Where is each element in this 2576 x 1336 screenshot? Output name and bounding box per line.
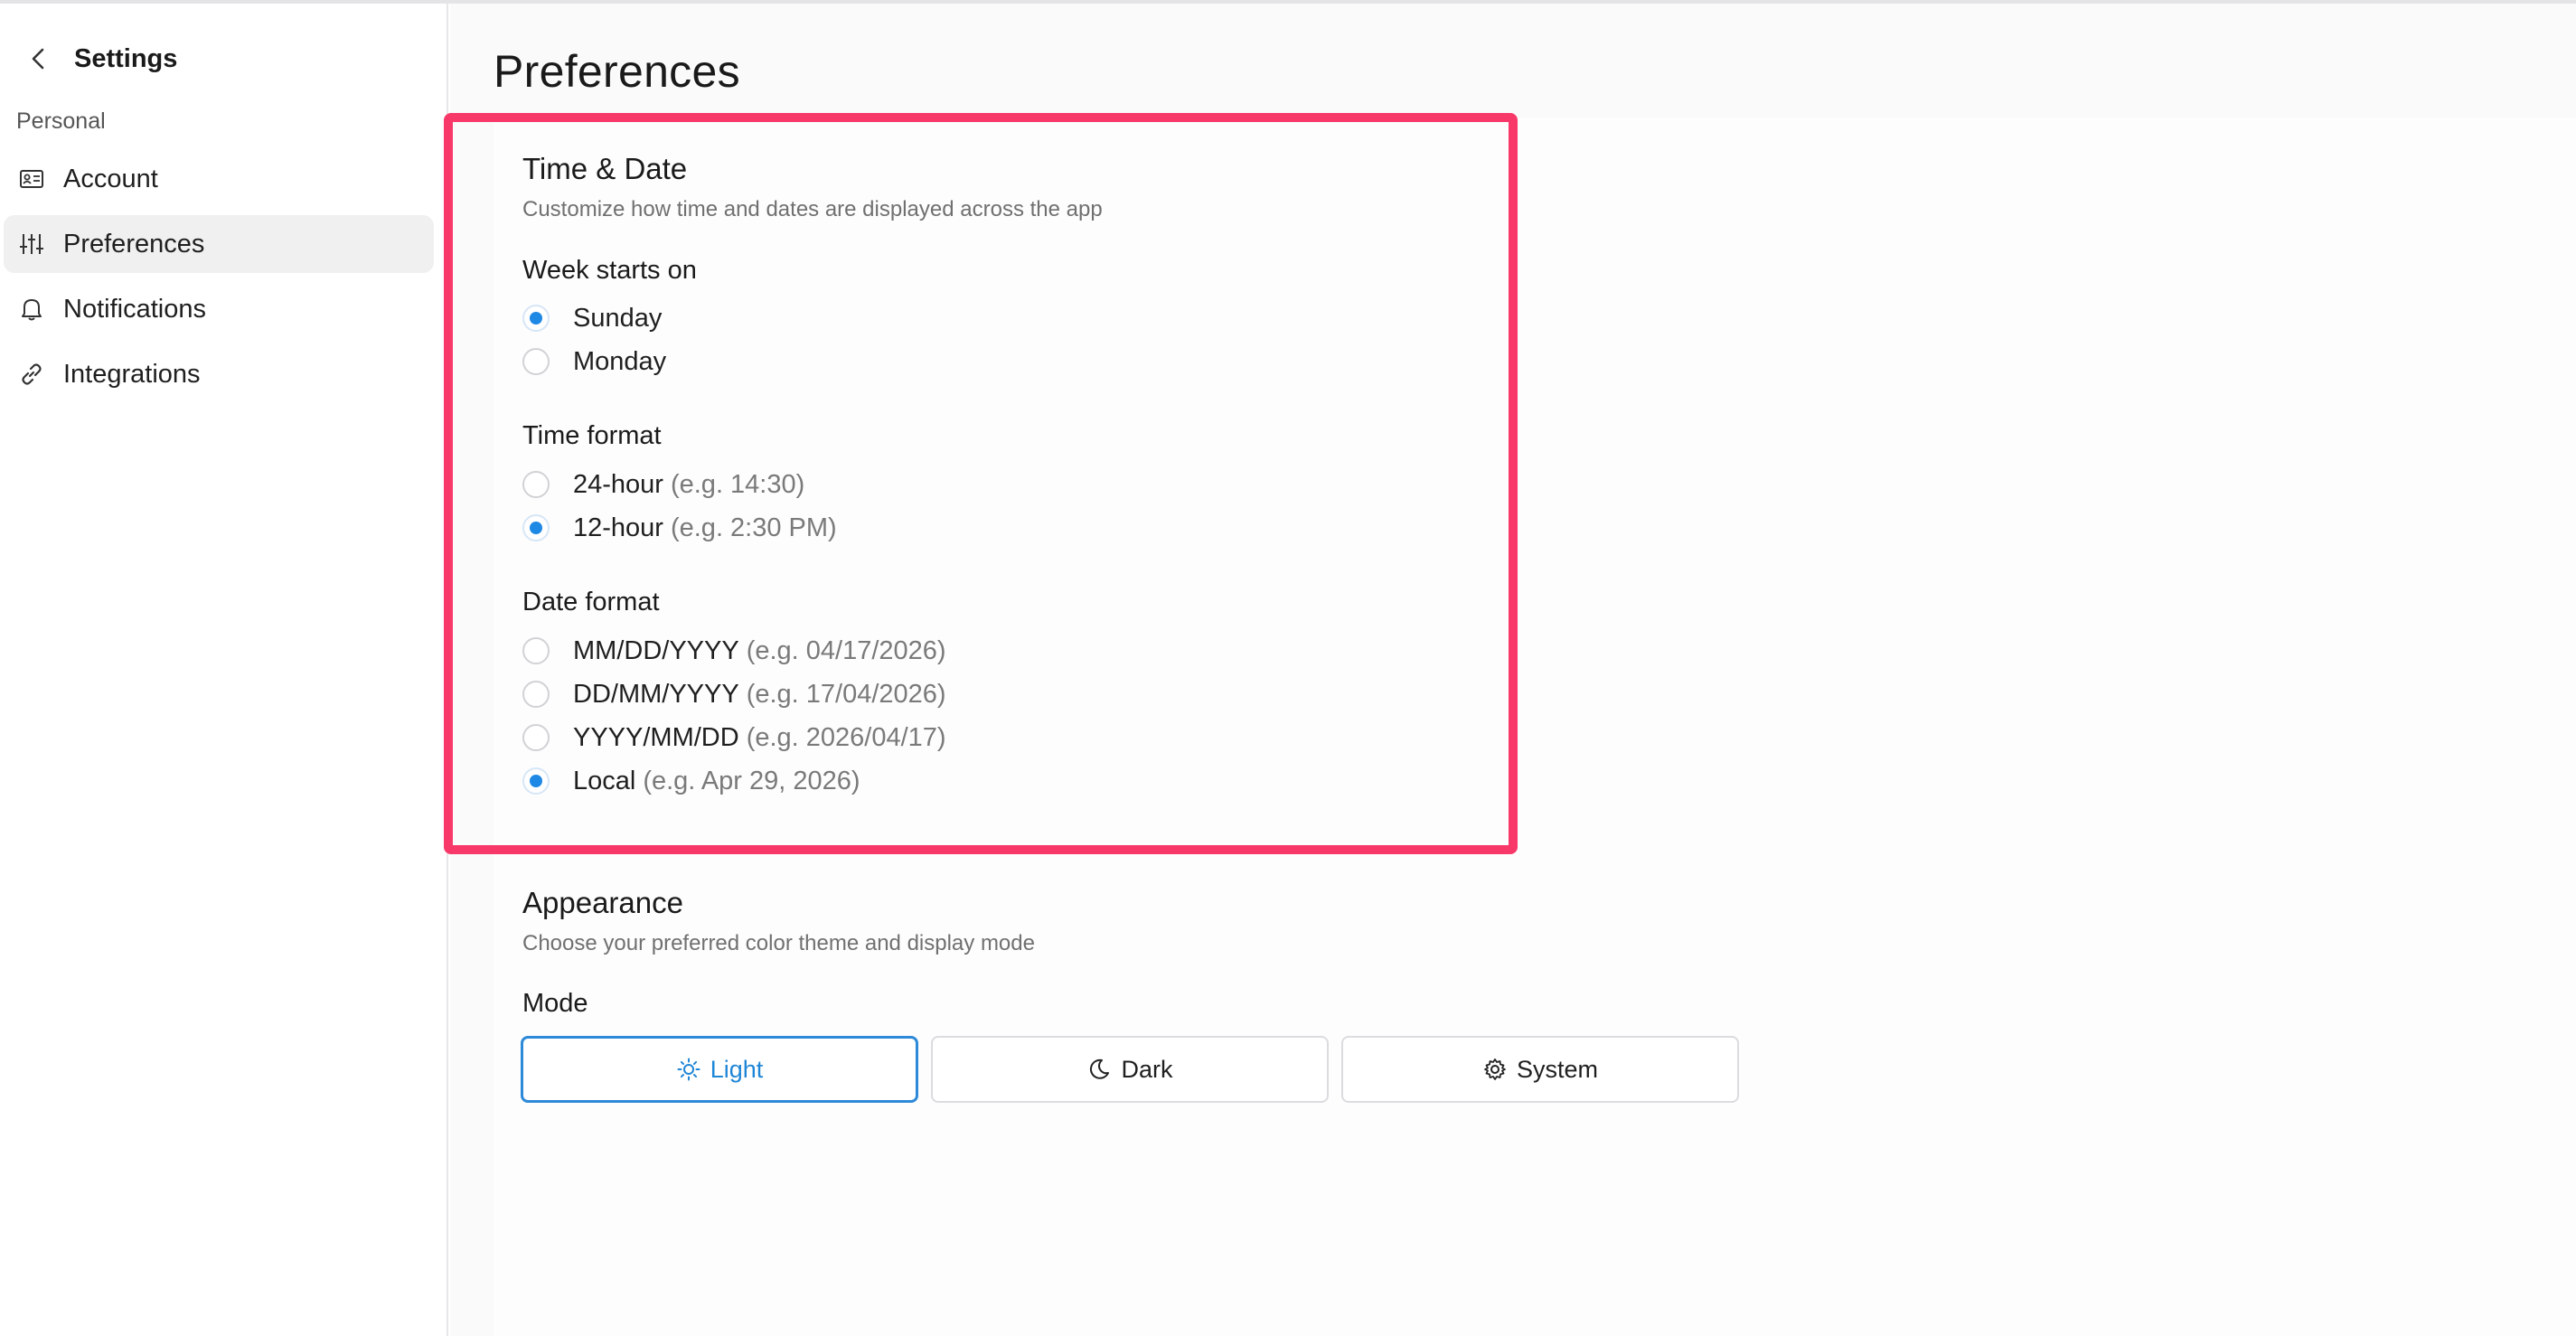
time-date-description: Customize how time and dates are display… <box>522 197 1103 221</box>
sidebar-item-preferences[interactable]: Preferences <box>4 215 434 273</box>
radio-hint: (e.g. Apr 29, 2026) <box>643 766 860 795</box>
date-format-label: Date format <box>522 588 660 616</box>
page-header: Preferences <box>450 4 2576 118</box>
sidebar-item-label: Integrations <box>63 359 201 389</box>
time-format-label: Time format <box>522 421 662 450</box>
appearance-section: Appearance Choose your preferred color t… <box>522 886 1035 956</box>
page-title: Preferences <box>494 46 740 97</box>
time-format-options: 24-hour (e.g. 14:30) 12-hour (e.g. 2:30 … <box>522 463 837 550</box>
sidebar: Settings Personal Account Preferences No… <box>0 4 448 1336</box>
sidebar-nav: Account Preferences Notifications Integr… <box>4 150 434 410</box>
radio-hint: (e.g. 17/04/2026) <box>746 679 946 709</box>
radio-hint: (e.g. 14:30) <box>670 469 805 499</box>
radio-time-24h[interactable]: 24-hour (e.g. 14:30) <box>522 463 837 506</box>
mode-label: Light <box>710 1055 764 1083</box>
mode-system-button[interactable]: System <box>1341 1036 1739 1103</box>
radio-button[interactable] <box>522 681 550 708</box>
radio-week-sunday[interactable]: Sunday <box>522 296 666 340</box>
radio-label: 24-hour <box>573 469 663 499</box>
appearance-title: Appearance <box>522 886 683 919</box>
radio-date-ymd[interactable]: YYYY/MM/DD (e.g. 2026/04/17) <box>522 716 946 759</box>
sidebar-item-account[interactable]: Account <box>4 150 434 208</box>
mode-label: System <box>1516 1055 1599 1083</box>
time-date-title: Time & Date <box>522 152 688 185</box>
mode-label: Mode <box>522 989 588 1018</box>
radio-label: MM/DD/YYYY <box>573 635 739 665</box>
sidebar-item-notifications[interactable]: Notifications <box>4 280 434 338</box>
sidebar-title: Settings <box>74 43 178 73</box>
settings-app: Settings Personal Account Preferences No… <box>0 0 2576 1336</box>
mode-light-button[interactable]: Light <box>521 1036 918 1103</box>
radio-button[interactable] <box>522 348 550 375</box>
radio-label: Monday <box>573 346 667 376</box>
radio-button[interactable] <box>522 767 550 795</box>
radio-date-dmy[interactable]: DD/MM/YYYY (e.g. 17/04/2026) <box>522 673 946 716</box>
mode-group: Mode <box>522 989 588 1019</box>
sun-icon <box>676 1057 701 1082</box>
radio-hint: (e.g. 04/17/2026) <box>746 635 946 665</box>
radio-date-local[interactable]: Local (e.g. Apr 29, 2026) <box>522 759 946 803</box>
week-start-group: Week starts on <box>522 256 697 286</box>
week-start-options: Sunday Monday <box>522 296 666 383</box>
radio-button[interactable] <box>522 514 550 541</box>
id-card-icon <box>16 164 47 194</box>
mode-label: Dark <box>1121 1055 1173 1083</box>
date-format-options: MM/DD/YYYY (e.g. 04/17/2026) DD/MM/YYYY … <box>522 629 946 803</box>
date-format-group: Date format <box>522 588 660 617</box>
sidebar-item-integrations[interactable]: Integrations <box>4 345 434 403</box>
radio-week-monday[interactable]: Monday <box>522 340 666 383</box>
chevron-left-icon <box>32 48 44 70</box>
mode-selector: Light Dark System <box>521 1036 1752 1103</box>
time-date-section: Time & Date Customize how time and dates… <box>522 152 1103 222</box>
mode-dark-button[interactable]: Dark <box>931 1036 1329 1103</box>
bell-icon <box>16 294 47 325</box>
week-start-label: Week starts on <box>522 256 697 285</box>
radio-label: Local <box>573 766 636 795</box>
content-gutter <box>450 118 494 1336</box>
radio-button[interactable] <box>522 724 550 751</box>
sidebar-section-label: Personal <box>16 108 106 134</box>
link-icon <box>16 359 47 390</box>
radio-hint: (e.g. 2:30 PM) <box>670 513 837 542</box>
sidebar-header: Settings <box>16 36 177 81</box>
gear-icon <box>1482 1057 1508 1082</box>
moon-icon <box>1086 1057 1112 1082</box>
sidebar-item-label: Notifications <box>63 294 206 324</box>
radio-button[interactable] <box>522 471 550 498</box>
radio-label: DD/MM/YYYY <box>573 679 739 709</box>
radio-button[interactable] <box>522 305 550 332</box>
radio-time-12h[interactable]: 12-hour (e.g. 2:30 PM) <box>522 506 837 550</box>
radio-label: YYYY/MM/DD <box>573 722 739 752</box>
sliders-icon <box>16 229 47 259</box>
sidebar-item-label: Account <box>63 164 158 193</box>
radio-label: Sunday <box>573 303 663 333</box>
radio-label: 12-hour <box>573 513 663 542</box>
time-format-group: Time format <box>522 421 662 451</box>
radio-date-mdy[interactable]: MM/DD/YYYY (e.g. 04/17/2026) <box>522 629 946 673</box>
radio-button[interactable] <box>522 637 550 664</box>
appearance-description: Choose your preferred color theme and di… <box>522 931 1035 955</box>
sidebar-item-label: Preferences <box>63 229 205 259</box>
back-button[interactable] <box>16 36 61 81</box>
radio-hint: (e.g. 2026/04/17) <box>746 722 946 752</box>
